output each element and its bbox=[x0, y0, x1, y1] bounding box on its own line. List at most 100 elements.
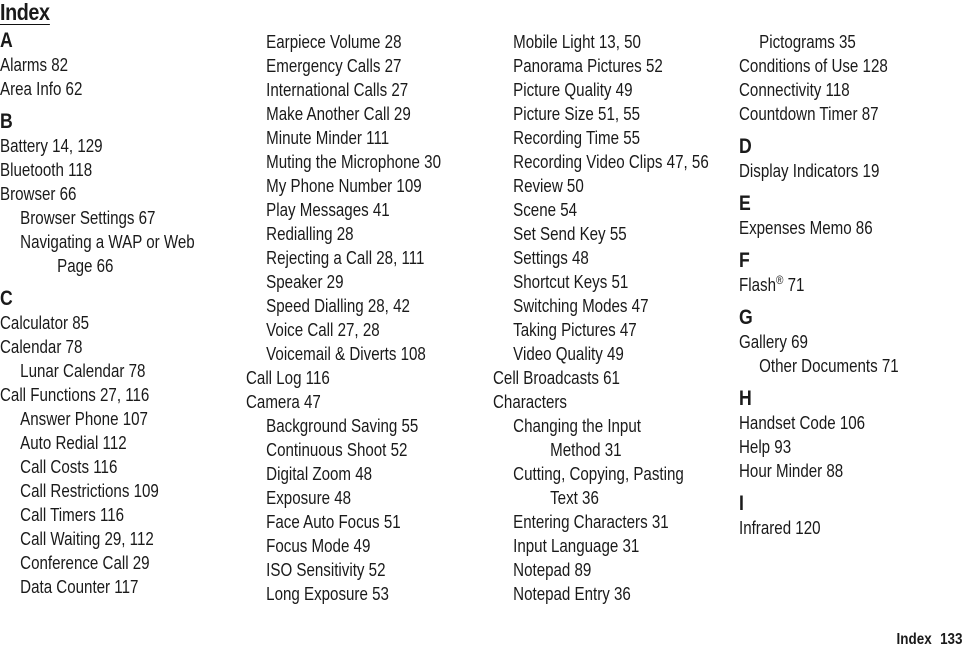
index-entry-text: Call Costs 116 bbox=[20, 457, 118, 477]
index-entry-text: Redialling 28 bbox=[266, 224, 354, 244]
index-entry-text: D bbox=[739, 135, 752, 158]
index-entry-text: Calendar 78 bbox=[0, 337, 83, 357]
index-entry-continuation: Page 66 bbox=[0, 254, 202, 278]
index-entry: Handset Code 106 bbox=[739, 411, 941, 435]
index-entry-text: Expenses Memo 86 bbox=[739, 218, 873, 238]
index-subentry: Taking Pictures 47 bbox=[493, 318, 695, 342]
index-entry-text: ISO Sensitivity 52 bbox=[266, 560, 386, 580]
index-entry: Call Functions 27, 116 bbox=[0, 383, 202, 407]
index-subentry: Focus Mode 49 bbox=[246, 534, 448, 558]
index-subentry: Call Costs 116 bbox=[0, 455, 202, 479]
index-entry-text: Call Timers 116 bbox=[20, 505, 125, 525]
index-entry: Expenses Memo 86 bbox=[739, 216, 941, 240]
index-letter-heading: H bbox=[739, 388, 941, 410]
index-entry-text: B bbox=[0, 110, 13, 133]
index-entry: Camera 47 bbox=[246, 390, 448, 414]
index-entry: Bluetooth 118 bbox=[0, 158, 202, 182]
index-subentry: Set Send Key 55 bbox=[493, 222, 695, 246]
index-entry-text: Exposure 48 bbox=[266, 488, 352, 508]
index-entry-text: Page 66 bbox=[57, 256, 114, 276]
index-entry: Hour Minder 88 bbox=[739, 459, 941, 483]
index-subentry: International Calls 27 bbox=[246, 78, 448, 102]
index-entry-text: F bbox=[739, 249, 750, 272]
index-subentry: Switching Modes 47 bbox=[493, 294, 695, 318]
index-subentry: Mobile Light 13, 50 bbox=[493, 30, 695, 54]
index-subentry: Recording Time 55 bbox=[493, 126, 695, 150]
index-entry-text: Digital Zoom 48 bbox=[266, 464, 373, 484]
index-entry: Conditions of Use 128 bbox=[739, 54, 941, 78]
index-entry-text: Characters bbox=[493, 392, 567, 412]
index-entry-text: Recording Video Clips 47, 56 bbox=[513, 152, 709, 172]
page-footer: Index 133 bbox=[896, 631, 962, 649]
index-entry-text: Gallery 69 bbox=[739, 332, 808, 352]
index-entry-text: Recording Time 55 bbox=[513, 128, 641, 148]
index-letter-heading: D bbox=[739, 136, 941, 158]
index-entry-text: Set Send Key 55 bbox=[513, 224, 627, 244]
index-entry-text: Lunar Calendar 78 bbox=[20, 361, 146, 381]
index-entry-text: International Calls 27 bbox=[266, 80, 409, 100]
footer-section-label: Index bbox=[896, 631, 932, 648]
index-subentry: Emergency Calls 27 bbox=[246, 54, 448, 78]
index-entry: Countdown Timer 87 bbox=[739, 102, 941, 126]
index-entry-text: Other Documents 71 bbox=[759, 356, 899, 376]
index-subentry: Play Messages 41 bbox=[246, 198, 448, 222]
index-subentry: Lunar Calendar 78 bbox=[0, 359, 202, 383]
index-entry-text: Browser Settings 67 bbox=[20, 208, 156, 228]
index-subentry: Notepad Entry 36 bbox=[493, 582, 695, 606]
index-entry-text: Answer Phone 107 bbox=[20, 409, 148, 429]
index-subentry: Input Language 31 bbox=[493, 534, 695, 558]
index-subentry: Pictograms 35 bbox=[739, 30, 941, 54]
index-entry-text: Auto Redial 112 bbox=[20, 433, 127, 453]
index-entry-text: Text 36 bbox=[550, 488, 599, 508]
index-subentry: Browser Settings 67 bbox=[0, 206, 202, 230]
index-entry-text: Conditions of Use 128 bbox=[739, 56, 888, 76]
index-subentry: Data Counter 117 bbox=[0, 575, 202, 599]
index-entry-text: Call Functions 27, 116 bbox=[0, 385, 150, 405]
index-entry-text: Minute Minder 111 bbox=[266, 128, 390, 148]
index-column-2: Earpiece Volume 28 Emergency Calls 27 Inte… bbox=[246, 30, 486, 606]
index-entry-text: Display Indicators 19 bbox=[739, 161, 880, 181]
index-letter-heading: A bbox=[0, 30, 202, 52]
index-entry-text: Video Quality 49 bbox=[513, 344, 624, 364]
index-entry-text: Browser 66 bbox=[0, 184, 77, 204]
index-entry-text: Voicemail & Diverts 108 bbox=[266, 344, 426, 364]
index-entry-text: Call Waiting 29, 112 bbox=[20, 529, 154, 549]
index-entry: Calculator 85 bbox=[0, 311, 202, 335]
index-entry-text: Handset Code 106 bbox=[739, 413, 866, 433]
index-subentry: Speed Dialling 28, 42 bbox=[246, 294, 448, 318]
index-subentry: Changing the Input bbox=[493, 414, 695, 438]
index-entry: Display Indicators 19 bbox=[739, 159, 941, 183]
index-entry-text: Emergency Calls 27 bbox=[266, 56, 402, 76]
index-subentry: Video Quality 49 bbox=[493, 342, 695, 366]
index-letter-heading: G bbox=[739, 307, 941, 329]
index-letter-heading: F bbox=[739, 250, 941, 272]
index-subentry: Recording Video Clips 47, 56 bbox=[493, 150, 709, 174]
index-entry-text: Changing the Input bbox=[513, 416, 641, 436]
index-entry-text: Mobile Light 13, 50 bbox=[513, 32, 641, 52]
index-entry-text: Scene 54 bbox=[513, 200, 578, 220]
index-subentry: Picture Size 51, 55 bbox=[493, 102, 695, 126]
index-subentry: Rejecting a Call 28, 111 bbox=[246, 246, 448, 270]
index-entry-text: Rejecting a Call 28, 111 bbox=[266, 248, 425, 268]
index-subentry: Earpiece Volume 28 bbox=[246, 30, 448, 54]
index-entry-text: Camera 47 bbox=[246, 392, 321, 412]
index-subentry: Minute Minder 111 bbox=[246, 126, 448, 150]
index-entry-text: Entering Characters 31 bbox=[513, 512, 669, 532]
registered-mark: ® bbox=[775, 273, 784, 287]
index-entry-text: Bluetooth 118 bbox=[0, 160, 93, 180]
index-entry-text: Countdown Timer 87 bbox=[739, 104, 879, 124]
index-entry-text: I bbox=[739, 492, 744, 515]
index-entry: Browser 66 bbox=[0, 182, 202, 206]
index-entry-text: Settings 48 bbox=[513, 248, 589, 268]
index-entry: Alarms 82 bbox=[0, 53, 202, 77]
index-subentry: Cutting, Copying, Pasting bbox=[493, 462, 695, 486]
index-entry-text: G bbox=[739, 306, 753, 329]
index-entry-text: Method 31 bbox=[550, 440, 622, 460]
index-entry-continuation: Method 31 bbox=[493, 438, 695, 462]
index-entry-text: Picture Size 51, 55 bbox=[513, 104, 641, 124]
index-entry: Gallery 69 bbox=[739, 330, 941, 354]
index-entry-text: Cutting, Copying, Pasting bbox=[513, 464, 684, 484]
index-entry: Connectivity 118 bbox=[739, 78, 941, 102]
index-entry-text: Play Messages 41 bbox=[266, 200, 390, 220]
index-subentry: Navigating a WAP or Web bbox=[0, 230, 202, 254]
